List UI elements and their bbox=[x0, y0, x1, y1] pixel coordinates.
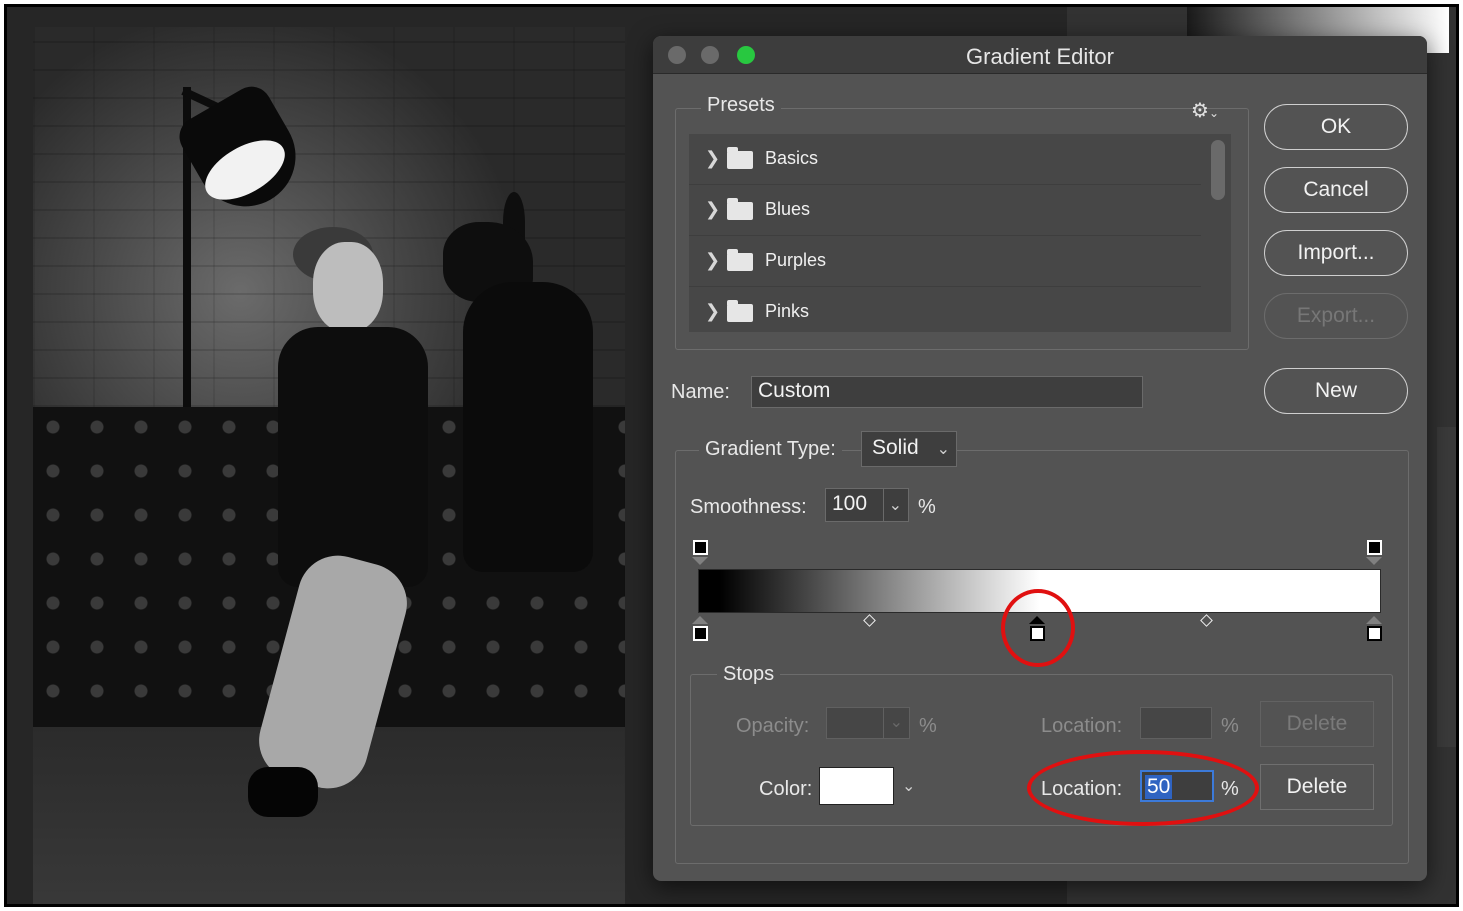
name-input[interactable]: Custom bbox=[751, 376, 1143, 408]
dialog-title: Gradient Editor bbox=[966, 44, 1114, 69]
dog-figure bbox=[423, 192, 613, 582]
chevron-down-icon[interactable]: ⌄ bbox=[889, 495, 902, 515]
opacity-field[interactable]: ⌄ bbox=[826, 707, 910, 739]
color-stop-pointer bbox=[692, 616, 708, 624]
opacity-stop-left[interactable] bbox=[693, 540, 708, 555]
opacity-stop-right[interactable] bbox=[1367, 540, 1382, 555]
color-label: Color: bbox=[759, 778, 813, 800]
name-label: Name: bbox=[671, 381, 730, 403]
opacity-stop-pointer bbox=[692, 557, 708, 565]
color-location-unit: % bbox=[1221, 778, 1239, 800]
gear-icon[interactable]: ⚙⌄ bbox=[1191, 98, 1219, 123]
chevron-right-icon[interactable]: ❯ bbox=[705, 148, 720, 169]
dog-body bbox=[463, 282, 593, 572]
presets-legend: Presets bbox=[701, 94, 781, 117]
color-swatch[interactable] bbox=[819, 767, 894, 805]
preset-folder-pinks[interactable]: ❯ Pinks bbox=[689, 287, 1201, 332]
opacity-unit: % bbox=[919, 715, 937, 737]
cancel-button[interactable]: Cancel bbox=[1264, 167, 1408, 213]
export-button[interactable]: Export... bbox=[1264, 293, 1408, 339]
folder-icon bbox=[727, 198, 753, 220]
preset-folder-basics[interactable]: ❯ Basics bbox=[689, 134, 1201, 185]
opacity-location-label: Location: bbox=[1041, 715, 1123, 737]
chevron-down-icon: ⌄ bbox=[889, 714, 903, 731]
opacity-stop-pointer bbox=[1366, 557, 1382, 565]
gradient-type-select[interactable]: Solid ⌄ bbox=[861, 431, 957, 467]
color-location-label: Location: bbox=[1041, 778, 1123, 800]
smoothness-unit: % bbox=[918, 496, 936, 518]
annotation-red-circle bbox=[1001, 589, 1075, 667]
ok-button[interactable]: OK bbox=[1264, 104, 1408, 150]
import-button[interactable]: Import... bbox=[1264, 230, 1408, 276]
smoothness-field[interactable]: 100 ⌄ bbox=[825, 488, 909, 522]
opacity-delete-button[interactable]: Delete bbox=[1260, 701, 1374, 747]
preset-label: Purples bbox=[765, 250, 827, 270]
smoothness-label: Smoothness: bbox=[690, 496, 807, 518]
folder-icon bbox=[727, 147, 753, 169]
color-location-input[interactable]: 50 bbox=[1140, 770, 1214, 802]
title-bar: Gradient Editor bbox=[653, 36, 1427, 74]
opacity-location-field[interactable] bbox=[1140, 707, 1212, 739]
woman-figure bbox=[248, 227, 448, 817]
smoothness-value: 100 bbox=[832, 492, 868, 515]
divider bbox=[883, 708, 884, 738]
color-location-value: 50 bbox=[1145, 775, 1173, 799]
preset-folder-blues[interactable]: ❯ Blues bbox=[689, 185, 1201, 236]
color-delete-button[interactable]: Delete bbox=[1260, 764, 1374, 810]
preset-label: Pinks bbox=[765, 301, 810, 321]
color-stop-white-right[interactable] bbox=[1367, 626, 1382, 641]
gradient-editor-dialog: Gradient Editor Presets ⚙⌄ ❯ Basics ❯ Bl… bbox=[653, 36, 1427, 881]
preset-label: Basics bbox=[765, 148, 819, 168]
preset-folder-purples[interactable]: ❯ Purples bbox=[689, 236, 1201, 287]
folder-icon bbox=[727, 300, 753, 322]
stops-legend: Stops bbox=[717, 663, 781, 686]
woman-boot bbox=[248, 767, 318, 817]
woman-dress bbox=[278, 327, 428, 587]
chevron-down-icon: ⌄ bbox=[936, 441, 950, 458]
opacity-location-unit: % bbox=[1221, 715, 1239, 737]
chevron-right-icon[interactable]: ❯ bbox=[705, 301, 720, 322]
presets-list[interactable]: ❯ Basics ❯ Blues ❯ Purples ❯ Pinks bbox=[689, 134, 1231, 332]
presets-scrollbar[interactable] bbox=[1211, 140, 1225, 200]
color-stop-black[interactable] bbox=[693, 626, 708, 641]
woman-head bbox=[313, 242, 383, 332]
folder-icon bbox=[727, 249, 753, 271]
chevron-down-icon[interactable]: ⌄ bbox=[902, 776, 915, 796]
gradient-type-label: Gradient Type: bbox=[699, 438, 842, 461]
chevron-right-icon[interactable]: ❯ bbox=[705, 199, 720, 220]
document-photo bbox=[33, 27, 625, 904]
color-stop-pointer bbox=[1366, 616, 1382, 624]
new-button[interactable]: New bbox=[1264, 368, 1408, 414]
divider bbox=[883, 489, 884, 521]
gradient-type-value: Solid bbox=[872, 436, 919, 459]
side-panel-edge bbox=[1437, 427, 1456, 747]
chevron-right-icon[interactable]: ❯ bbox=[705, 250, 720, 271]
woman-legs bbox=[250, 546, 416, 798]
preset-label: Blues bbox=[765, 199, 811, 219]
opacity-label: Opacity: bbox=[736, 715, 810, 737]
